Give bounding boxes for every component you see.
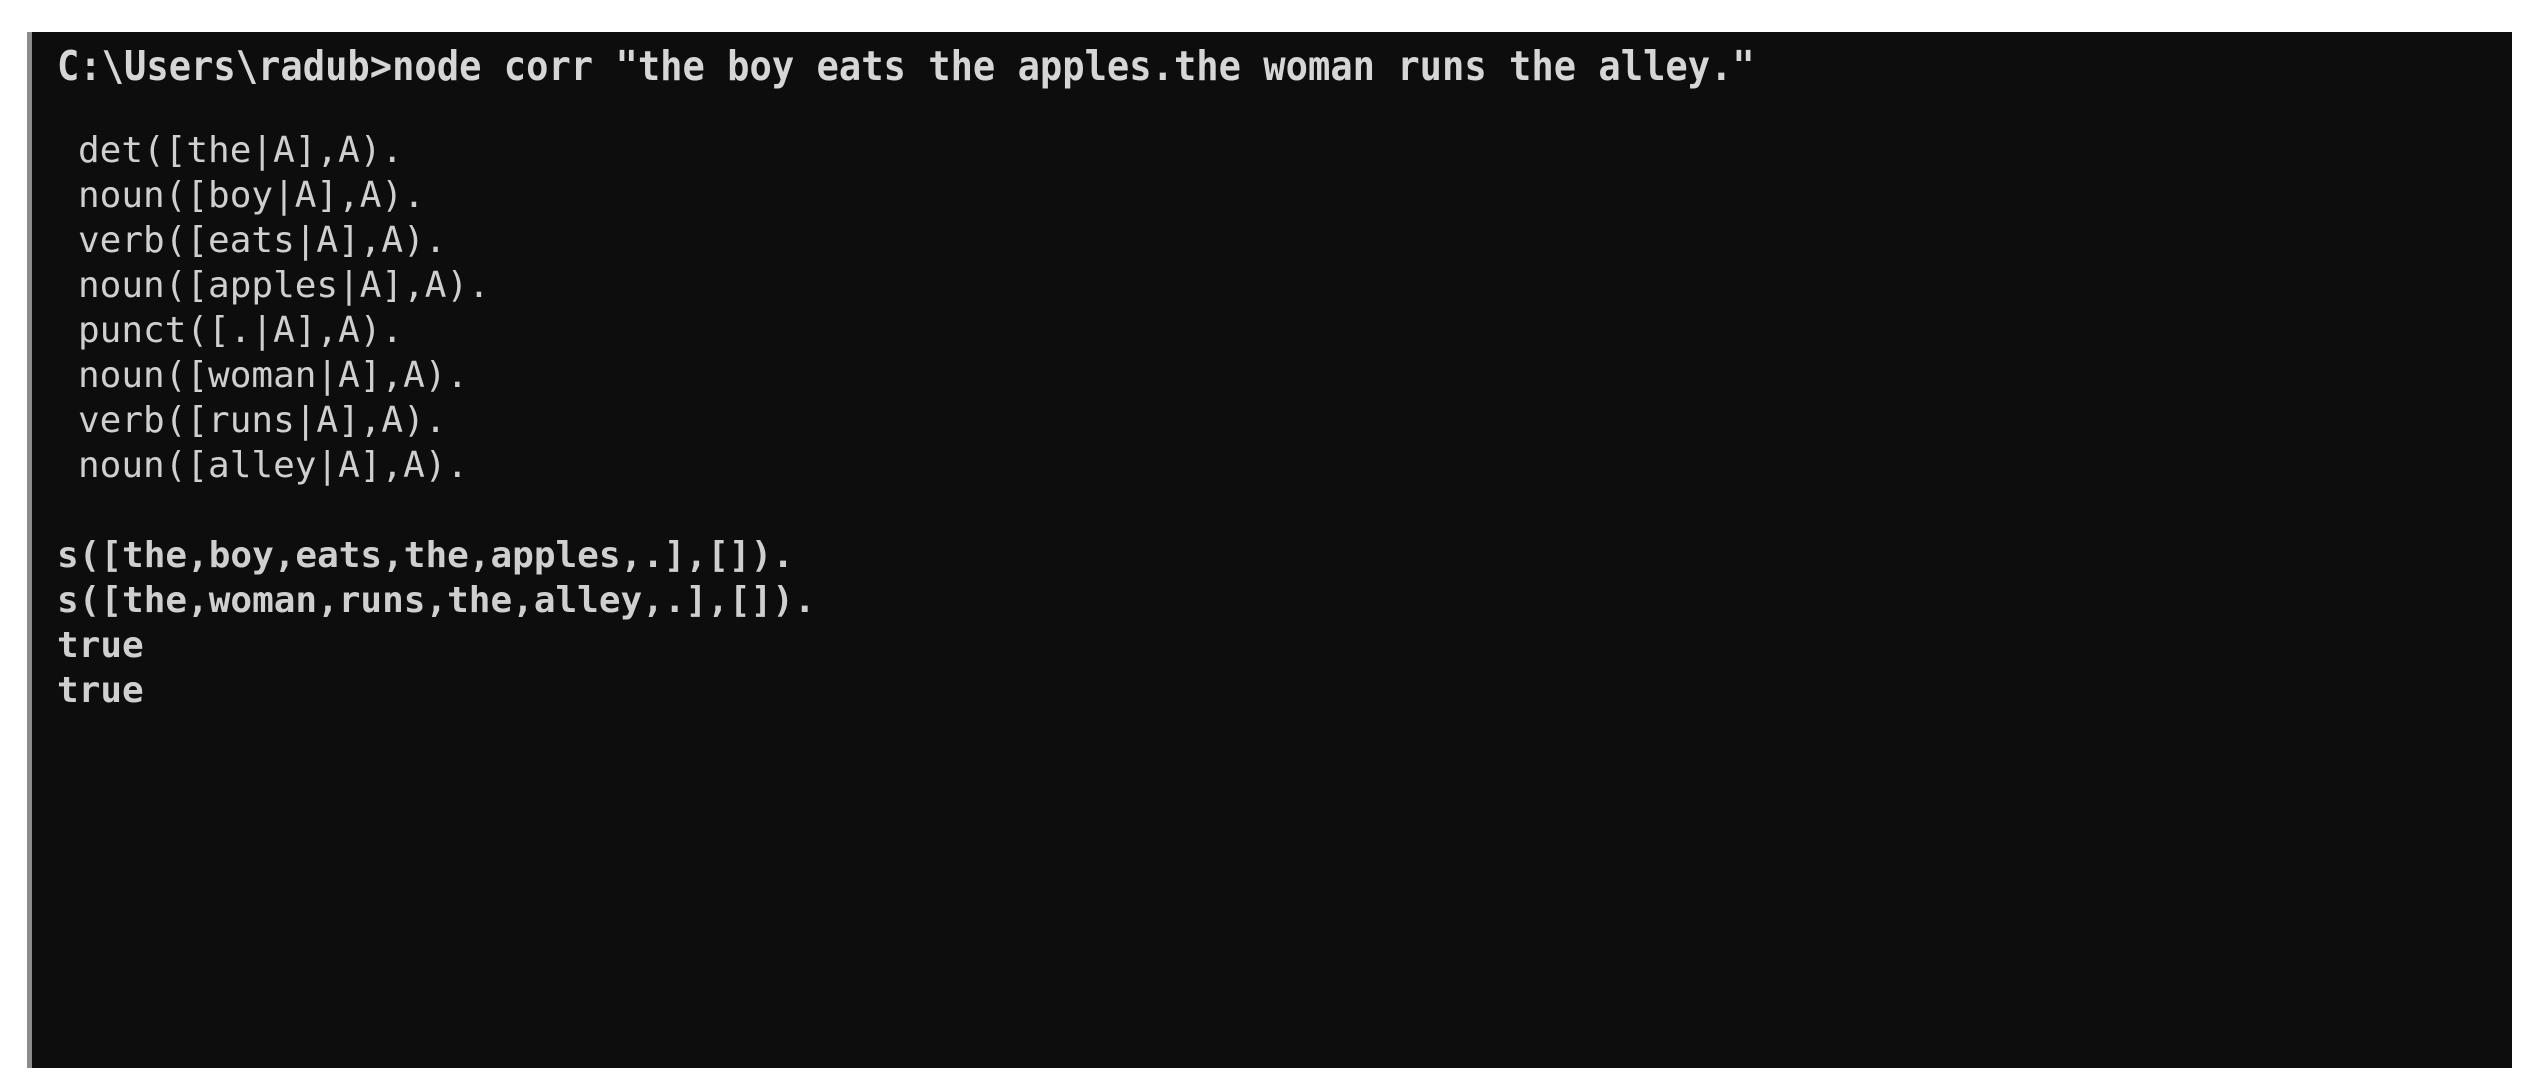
result-line: true — [57, 670, 144, 711]
clause-line: noun([woman|A],A). — [78, 355, 469, 396]
result-line: s([the,boy,eats,the,apples,.],[]). — [57, 535, 794, 576]
clause-output-block: det([the|A],A). noun([boy|A],A). verb([e… — [78, 128, 490, 488]
clause-line: verb([runs|A],A). — [78, 400, 447, 441]
result-line: true — [57, 625, 144, 666]
clause-line: noun([apples|A],A). — [78, 265, 490, 306]
command-prompt-line: C:\Users\radub>node corr "the boy eats t… — [57, 42, 1755, 90]
console-screenshot: C:\Users\radub>node corr "the boy eats t… — [0, 0, 2542, 1088]
clause-line: det([the|A],A). — [78, 130, 404, 171]
clause-line: verb([eats|A],A). — [78, 220, 447, 261]
clause-line: punct([.|A],A). — [78, 310, 404, 351]
result-line: s([the,woman,runs,the,alley,.],[]). — [57, 580, 816, 621]
clause-line: noun([boy|A],A). — [78, 175, 425, 216]
result-output-block: s([the,boy,eats,the,apples,.],[]). s([th… — [57, 533, 816, 713]
console-output-surface[interactable]: C:\Users\radub>node corr "the boy eats t… — [32, 32, 2512, 1068]
clause-line: noun([alley|A],A). — [78, 445, 469, 486]
